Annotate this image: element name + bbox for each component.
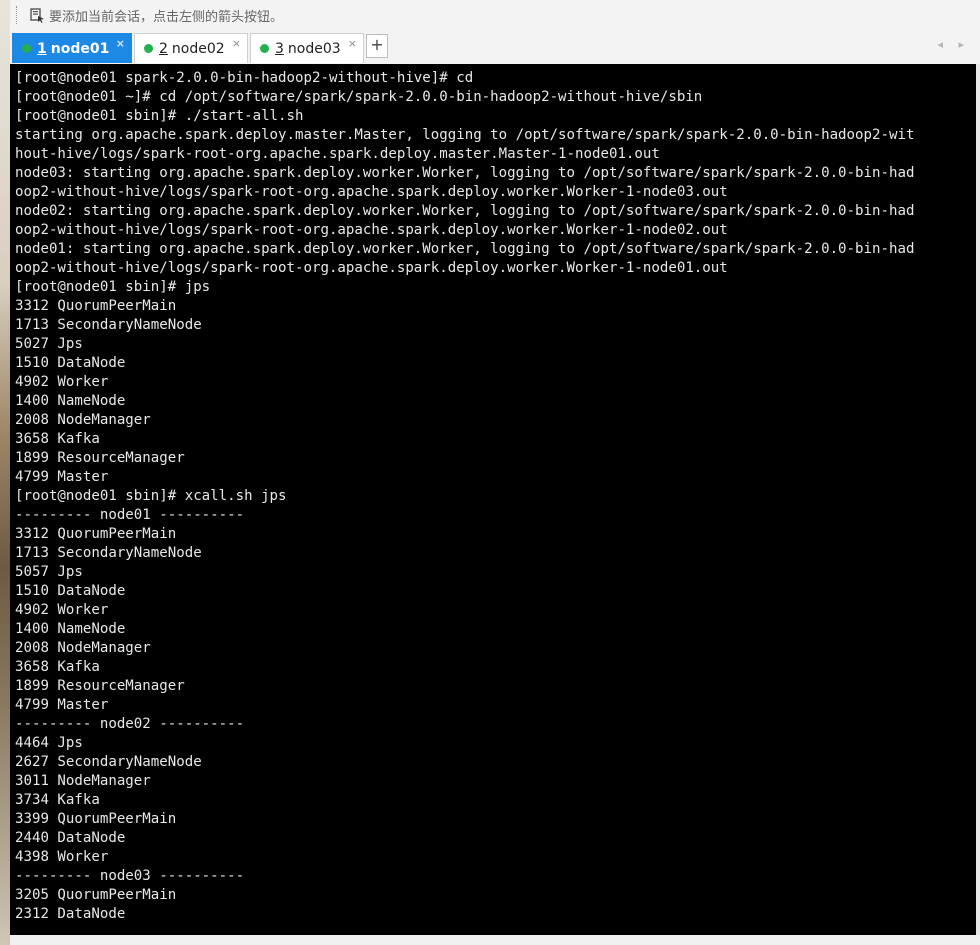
terminal-line: 2312 DataNode: [15, 906, 126, 922]
terminal-scrollbar[interactable]: [976, 64, 980, 935]
terminal-line: 3312 QuorumPeerMain: [15, 298, 177, 314]
status-bar: [10, 935, 980, 945]
connected-status-dot: [144, 44, 153, 53]
terminal-line: [root@node01 ~]# cd /opt/software/spark/…: [15, 89, 703, 105]
terminal-line: --------- node01 ----------: [15, 507, 245, 523]
terminal-line: starting org.apache.spark.deploy.master.…: [15, 127, 915, 143]
terminal-line: 1400 NameNode: [15, 621, 126, 637]
terminal-line: node01: starting org.apache.spark.deploy…: [15, 241, 915, 257]
terminal-line: 1713 SecondaryNameNode: [15, 317, 202, 333]
session-hint-text: 要添加当前会话，点击左侧的箭头按钮。: [49, 9, 284, 25]
tab-label: node02: [171, 40, 225, 57]
terminal-line: 1510 DataNode: [15, 355, 126, 371]
tab-node02[interactable]: 2 node02 ×: [134, 33, 248, 63]
connected-status-dot: [260, 44, 269, 53]
tab-node01[interactable]: 1 node01 ×: [12, 33, 132, 63]
tab-number: 3: [275, 40, 284, 57]
session-hint-bar: 要添加当前会话，点击左侧的箭头按钮。: [10, 0, 980, 31]
terminal-line: node03: starting org.apache.spark.deploy…: [15, 165, 915, 181]
terminal-line: 5027 Jps: [15, 336, 83, 352]
terminal-line: 1899 ResourceManager: [15, 678, 185, 694]
terminal-line: oop2-without-hive/logs/spark-root-org.ap…: [15, 260, 728, 276]
terminal-line: [root@node01 sbin]# xcall.sh jps: [15, 488, 287, 504]
close-icon[interactable]: ×: [348, 38, 357, 50]
terminal-line: 1400 NameNode: [15, 393, 126, 409]
tab-label: node03: [287, 40, 341, 57]
terminal-line: 4398 Worker: [15, 849, 109, 865]
close-icon[interactable]: ×: [232, 38, 241, 50]
terminal-line: 1899 ResourceManager: [15, 450, 185, 466]
tab-label: node01: [50, 40, 110, 57]
terminal-line: 3205 QuorumPeerMain: [15, 887, 177, 903]
terminal-line: 4902 Worker: [15, 602, 109, 618]
terminal-line: 4902 Worker: [15, 374, 109, 390]
terminal-line: hout-hive/logs/spark-root-org.apache.spa…: [15, 146, 660, 162]
new-tab-button[interactable]: +: [366, 34, 388, 58]
terminal-line: 4799 Master: [15, 469, 109, 485]
terminal-line: [root@node01 sbin]# jps: [15, 279, 211, 295]
terminal-line: --------- node02 ----------: [15, 716, 245, 732]
terminal-line: 2008 NodeManager: [15, 412, 151, 428]
terminal-line: 3399 QuorumPeerMain: [15, 811, 177, 827]
terminal-line: 2008 NodeManager: [15, 640, 151, 656]
terminal-line: node02: starting org.apache.spark.deploy…: [15, 203, 915, 219]
terminal-line: [root@node01 sbin]# ./start-all.sh: [15, 108, 304, 124]
terminal-output[interactable]: [root@node01 spark-2.0.0-bin-hadoop2-wit…: [10, 64, 976, 935]
terminal-line: 2440 DataNode: [15, 830, 126, 846]
connected-status-dot: [22, 44, 31, 53]
add-session-arrow-icon[interactable]: [29, 7, 45, 23]
terminal-line: 1713 SecondaryNameNode: [15, 545, 202, 561]
terminal-line: 1510 DataNode: [15, 583, 126, 599]
desktop-background-strip: [0, 0, 10, 945]
terminal-line: oop2-without-hive/logs/spark-root-org.ap…: [15, 184, 728, 200]
tab-scroll-arrows-icon[interactable]: ◂ ▸: [937, 38, 970, 51]
toolbar-grip[interactable]: [16, 6, 23, 24]
terminal-line: 2627 SecondaryNameNode: [15, 754, 202, 770]
terminal-line: --------- node03 ----------: [15, 868, 245, 884]
terminal-line: 3312 QuorumPeerMain: [15, 526, 177, 542]
ssh-client-window: 要添加当前会话，点击左侧的箭头按钮。 1 node01 × 2 node02 ×…: [0, 0, 980, 945]
tab-node03[interactable]: 3 node03 ×: [250, 33, 364, 63]
terminal-line: 3658 Kafka: [15, 659, 100, 675]
tab-number: 1: [37, 40, 47, 57]
tab-number: 2: [159, 40, 168, 57]
terminal-line: oop2-without-hive/logs/spark-root-org.ap…: [15, 222, 728, 238]
terminal-line: [root@node01 spark-2.0.0-bin-hadoop2-wit…: [15, 70, 474, 86]
terminal-line: 3734 Kafka: [15, 792, 100, 808]
session-tab-bar: 1 node01 × 2 node02 × 3 node03 × + ◂ ▸: [10, 30, 980, 65]
terminal-line: 4799 Master: [15, 697, 109, 713]
terminal-line: 4464 Jps: [15, 735, 83, 751]
terminal-line: 3658 Kafka: [15, 431, 100, 447]
terminal-line: 3011 NodeManager: [15, 773, 151, 789]
terminal-line: 5057 Jps: [15, 564, 83, 580]
close-icon[interactable]: ×: [116, 38, 125, 50]
